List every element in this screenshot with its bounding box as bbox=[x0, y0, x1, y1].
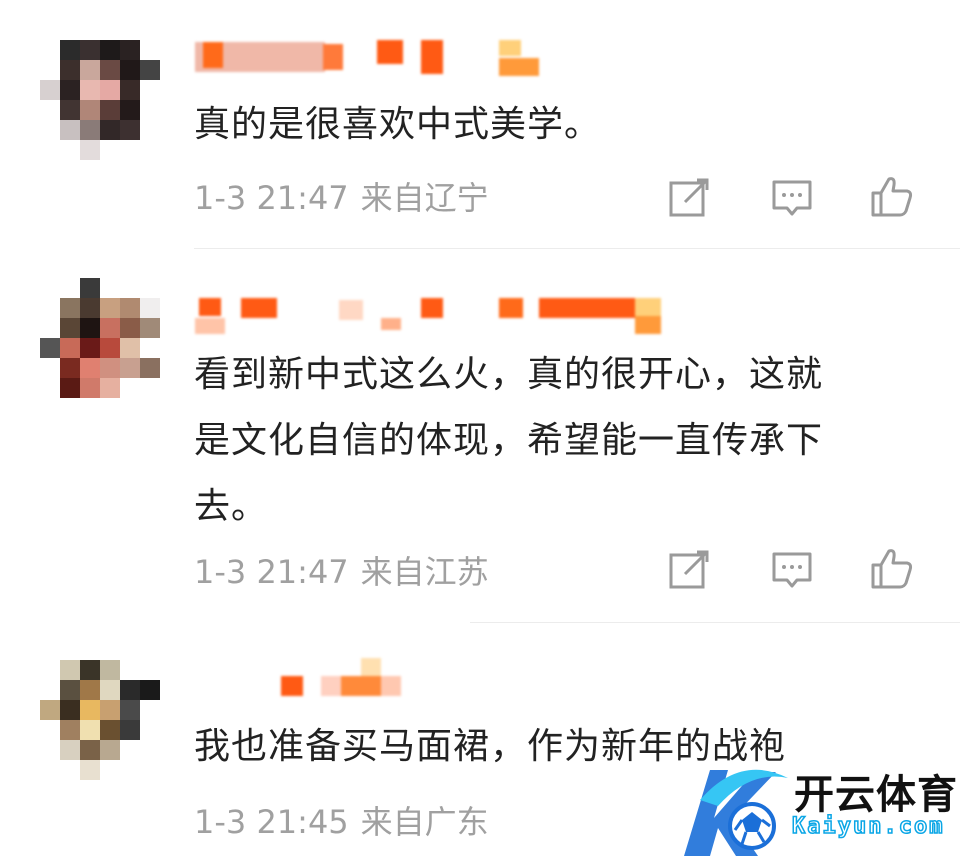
comment-meta: 1-3 21:47 来自辽宁 bbox=[194, 178, 489, 218]
comment-time: 1-3 21:47 bbox=[194, 553, 349, 591]
avatar[interactable] bbox=[40, 40, 160, 160]
comment-location: 来自广东 bbox=[360, 803, 489, 841]
like-icon[interactable] bbox=[866, 170, 918, 222]
divider bbox=[194, 248, 960, 249]
watermark-logo: 开云体育 Kaiyun.com bbox=[672, 760, 960, 860]
comment-text: 真的是很喜欢中式美学。 bbox=[194, 104, 602, 145]
username[interactable] bbox=[195, 296, 665, 334]
avatar[interactable] bbox=[40, 660, 160, 780]
comment-icon[interactable] bbox=[766, 544, 818, 596]
comment-location: 来自江苏 bbox=[360, 553, 489, 591]
like-icon[interactable] bbox=[866, 542, 918, 594]
comment-location: 来自辽宁 bbox=[360, 179, 489, 217]
kaiyun-logo-icon bbox=[684, 769, 788, 856]
share-icon[interactable] bbox=[664, 172, 716, 224]
comment-item: 看到新中式这么火，真的很开心，这就 是文化自信的体现，希望能一直传承下 去。 1… bbox=[0, 250, 960, 623]
username[interactable] bbox=[195, 658, 415, 696]
username[interactable] bbox=[195, 38, 555, 76]
comment-meta: 1-3 21:45 来自广东 bbox=[194, 802, 489, 842]
avatar[interactable] bbox=[40, 278, 160, 398]
comment-time: 1-3 21:47 bbox=[194, 179, 349, 217]
share-icon[interactable] bbox=[664, 544, 716, 596]
comment-text: 看到新中式这么火，真的很开心，这就 是文化自信的体现，希望能一直传承下 去。 bbox=[194, 354, 824, 527]
comment-icon[interactable] bbox=[766, 172, 818, 224]
comment-time: 1-3 21:45 bbox=[194, 803, 349, 841]
comment-item: 真的是很喜欢中式美学。 1-3 21:47 来自辽宁 bbox=[0, 0, 960, 250]
comment-meta: 1-3 21:47 来自江苏 bbox=[194, 552, 489, 592]
watermark-brand-cn: 开云体育 bbox=[794, 772, 958, 818]
watermark-brand-en: Kaiyun.com bbox=[791, 813, 945, 840]
